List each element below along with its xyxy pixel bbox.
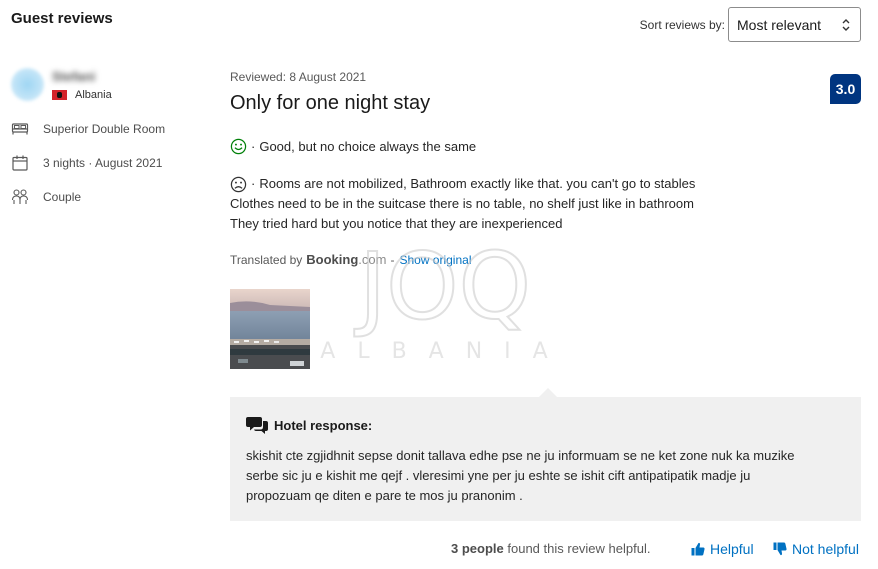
separator-dot: ·	[251, 176, 256, 191]
positive-text: Good, but no choice always the same	[259, 139, 477, 154]
hotel-response-line: skishit cte zgjidhnit sepse donit tallav…	[246, 448, 795, 463]
helpful-count-text: found this review helpful.	[507, 541, 651, 556]
room-type: Superior Double Room	[43, 122, 166, 136]
not-helpful-button-label: Not helpful	[792, 541, 859, 557]
watermark-logo-text: JOQ	[354, 233, 531, 340]
helpful-button[interactable]: Helpful	[691, 541, 754, 557]
negative-text-line: Rooms are not mobilized, Bathroom exactl…	[259, 176, 696, 191]
show-original-link[interactable]: Show original	[399, 253, 471, 267]
hotel-response: Hotel response: skishit cte zgjidhnit se…	[230, 397, 861, 521]
negative-text-line: They tried hard but you notice that they…	[230, 216, 563, 231]
review-score-badge: 3.0	[830, 74, 861, 104]
hotel-response-title: Hotel response:	[274, 417, 373, 433]
separator-dot: ·	[251, 139, 256, 154]
review-footer: 3 people found this review helpful. Help…	[0, 541, 878, 559]
traveler-type: Couple	[43, 190, 82, 204]
helpful-count: 3 people found this review helpful.	[451, 541, 650, 556]
traveler-type-row: Couple	[11, 188, 81, 206]
page-title: Guest reviews	[11, 10, 113, 27]
sort-control: Sort reviews by: Most relevant	[640, 7, 861, 42]
reviewer-country: Albania	[52, 89, 112, 101]
thumbs-down-icon	[773, 542, 787, 556]
speech-bubbles-icon	[246, 417, 268, 434]
hotel-response-heading: Hotel response:	[246, 415, 845, 435]
hotel-response-line: propozuam qe diten e pare te mos ju pran…	[246, 488, 523, 503]
negative-text-line: Clothes need to be in the suitcase there…	[230, 196, 694, 211]
not-helpful-button[interactable]: Not helpful	[773, 541, 859, 557]
smiley-sad-icon	[230, 176, 247, 192]
negative-comment: · Rooms are not mobilized, Bathroom exac…	[230, 174, 695, 234]
watermark-text: ALBANIA	[320, 339, 569, 364]
bed-icon	[11, 123, 29, 135]
albania-flag-icon	[52, 90, 67, 100]
booking-logo: Booking	[306, 252, 359, 267]
helpful-count-number: 3 people	[451, 541, 504, 556]
country-label: Albania	[75, 89, 112, 101]
translation-note: Translated by Booking .com - Show origin…	[230, 252, 471, 267]
reviewer-name: Stefani	[52, 69, 96, 84]
booking-logo-suffix: .com	[358, 252, 387, 267]
stay-duration: 3 nights · August 2021	[43, 156, 163, 170]
hotel-response-text: skishit cte zgjidhnit sepse donit tallav…	[246, 446, 845, 506]
chevron-up-down-icon	[842, 18, 850, 31]
people-icon	[11, 189, 29, 204]
helpful-button-label: Helpful	[710, 541, 754, 557]
room-type-row: Superior Double Room	[11, 120, 165, 138]
sort-select[interactable]: Most relevant	[728, 7, 861, 42]
sort-selected-value: Most relevant	[737, 16, 822, 33]
hotel-response-line: serbe sic ju e kishit me qejf . vleresim…	[246, 468, 751, 483]
avatar	[11, 68, 44, 101]
positive-comment: · Good, but no choice always the same	[230, 138, 476, 155]
thumbs-up-icon	[691, 542, 705, 556]
calendar-icon	[12, 155, 28, 171]
review-date: Reviewed: 8 August 2021	[230, 70, 367, 84]
review-title: Only for one night stay	[230, 92, 431, 114]
watermark-logo: JOQ ALBANIA	[320, 232, 569, 364]
beach-photo-image	[230, 289, 310, 369]
sort-label: Sort reviews by:	[639, 17, 725, 32]
smiley-happy-icon	[230, 138, 247, 155]
stay-row: 3 nights · August 2021	[11, 154, 162, 172]
review-photo[interactable]	[230, 289, 310, 369]
separator-dash: -	[390, 252, 395, 267]
translated-by-label: Translated by	[230, 252, 303, 267]
